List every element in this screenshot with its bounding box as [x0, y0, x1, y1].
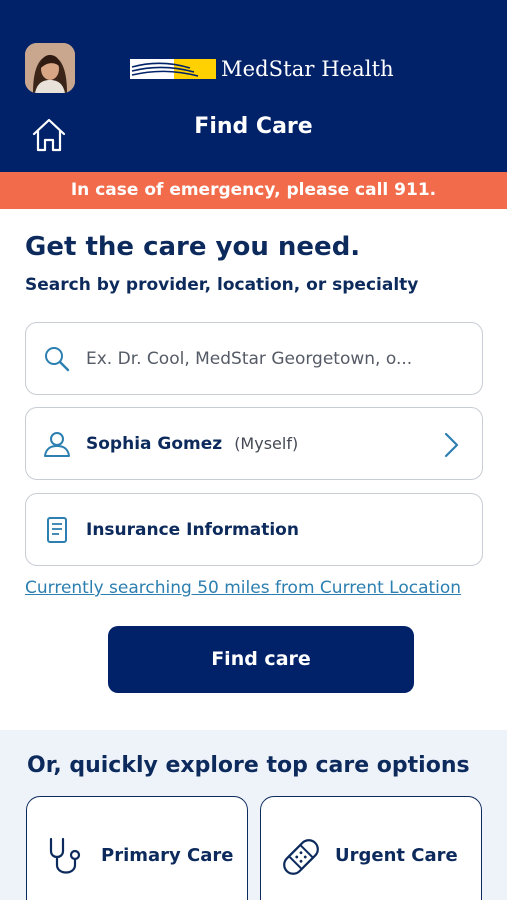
- avatar-photo: [25, 43, 75, 93]
- primary-care-card[interactable]: Primary Care: [26, 796, 248, 900]
- urgent-care-label: Urgent Care: [335, 845, 458, 866]
- logo-text: MedStar Health: [221, 57, 394, 81]
- insurance-info-button[interactable]: Insurance Information: [25, 493, 483, 566]
- patient-relation: (Myself): [234, 434, 299, 453]
- chevron-right-icon: [444, 432, 459, 458]
- search-input[interactable]: Ex. Dr. Cool, MedStar Georgetown, o...: [25, 322, 483, 395]
- app-header: MedStar Health Find Care: [0, 0, 507, 172]
- explore-section: Or, quickly explore top care options Pri…: [0, 730, 507, 900]
- bandage-icon: [283, 839, 319, 875]
- document-icon: [47, 516, 67, 543]
- section-subheadline: Search by provider, location, or special…: [25, 275, 419, 295]
- brand-logo: MedStar Health: [130, 57, 394, 81]
- search-placeholder: Ex. Dr. Cool, MedStar Georgetown, o...: [86, 348, 413, 369]
- section-headline: Get the care you need.: [25, 232, 361, 262]
- find-care-button[interactable]: Find care: [108, 626, 414, 693]
- patient-name: Sophia Gomez: [86, 433, 223, 454]
- avatar[interactable]: [25, 43, 75, 93]
- stethoscope-icon: [49, 837, 81, 874]
- primary-care-label: Primary Care: [101, 845, 234, 866]
- explore-title: Or, quickly explore top care options: [27, 753, 470, 778]
- urgent-care-card[interactable]: Urgent Care: [260, 796, 482, 900]
- patient-selector[interactable]: Sophia Gomez (Myself): [25, 407, 483, 480]
- emergency-banner: In case of emergency, please call 911.: [0, 172, 507, 209]
- search-icon: [45, 346, 70, 371]
- person-icon: [44, 431, 70, 457]
- logo-mark-icon: [130, 59, 216, 79]
- insurance-label: Insurance Information: [86, 519, 299, 540]
- search-radius-link[interactable]: Currently searching 50 miles from Curren…: [25, 578, 461, 598]
- page-title: Find Care: [194, 114, 313, 139]
